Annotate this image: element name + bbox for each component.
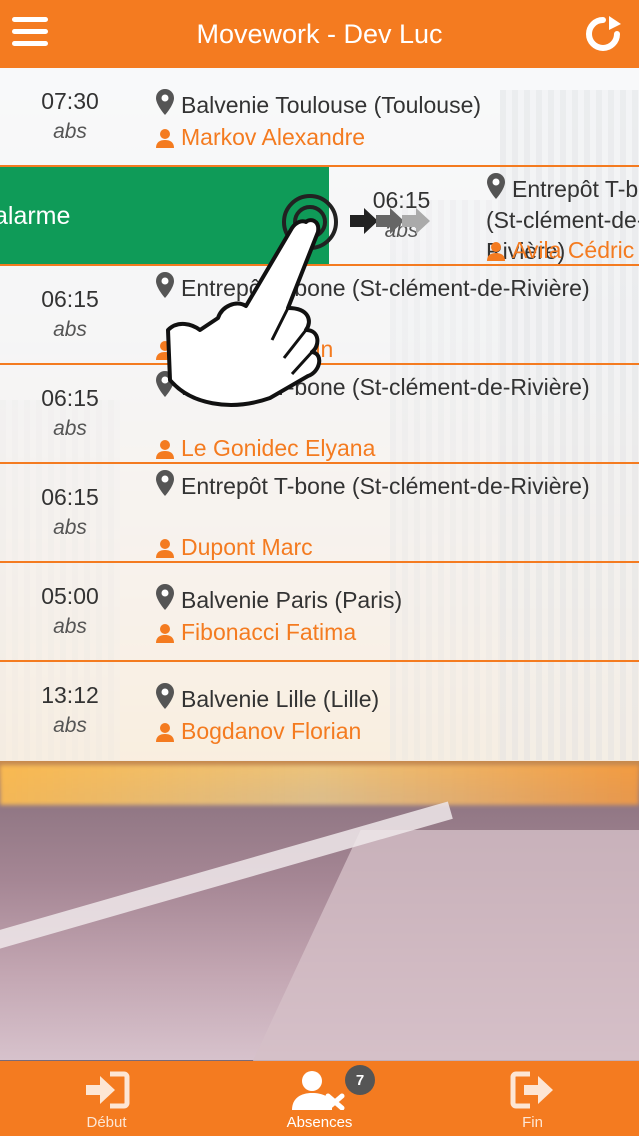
user-icon (487, 241, 505, 261)
page-title: Movework - Dev Luc (196, 18, 443, 49)
row-time: 06:15 (41, 385, 99, 411)
user-icon (156, 128, 174, 148)
list-item[interactable]: 05:00 abs Balvenie Paris (Paris) Fibonac… (0, 563, 639, 662)
row-location: Entrepôt T-bone (St-clément-de-Rivière) (155, 469, 625, 502)
row-status: abs (53, 714, 87, 737)
tab-absences[interactable]: Absences 7 (213, 1061, 426, 1136)
row-status: abs (53, 516, 87, 539)
row-status: abs (53, 615, 87, 638)
list-item[interactable]: 06:15 abs Entrepôt T-bone (St-clément-de… (0, 464, 639, 563)
row-location: Balvenie Toulouse (Toulouse) (155, 88, 625, 121)
sign-out-icon (510, 1071, 553, 1109)
row-time: 07:30 (41, 88, 99, 114)
user-icon (156, 439, 174, 459)
row-person: Avila Cédric (486, 237, 634, 264)
absence-list: 07:30 abs Balvenie Toulouse (Toulouse) M… (0, 68, 639, 761)
user-icon (156, 538, 174, 558)
tab-fin[interactable]: Fin (426, 1061, 639, 1136)
bottom-tab-bar: Début Absences 7 Fin (0, 1061, 639, 1136)
row-status: abs (53, 417, 87, 440)
row-status: abs (53, 318, 87, 341)
hamburger-menu-icon[interactable] (12, 17, 48, 47)
row-person: Fibonacci Fatima (155, 619, 356, 646)
map-pin-icon (487, 173, 505, 199)
row-time: 13:12 (41, 682, 99, 708)
app-header: Movework - Dev Luc (0, 0, 639, 68)
map-pin-icon (156, 89, 174, 115)
user-icon (156, 623, 174, 643)
row-location: Balvenie Lille (Lille) (155, 682, 625, 715)
map-pin-icon (156, 584, 174, 610)
user-absent-icon (291, 1071, 344, 1110)
swipe-arrows-icon (350, 206, 430, 236)
row-time: 06:15 (41, 286, 99, 312)
tab-debut[interactable]: Début (0, 1061, 213, 1136)
row-time: 06:15 (41, 484, 99, 510)
refresh-icon[interactable] (583, 14, 623, 54)
row-time: 05:00 (41, 583, 99, 609)
swipe-hand-icon (166, 194, 338, 407)
tab-label: Absences (286, 1114, 353, 1131)
row-location: Balvenie Paris (Paris) (155, 583, 625, 616)
row-person: Markov Alexandre (155, 124, 365, 151)
map-pin-icon (156, 470, 174, 496)
sign-in-icon (85, 1071, 129, 1109)
row-person: Dupont Marc (155, 534, 313, 561)
list-item[interactable]: 13:12 abs Balvenie Lille (Lille) Bogdano… (0, 662, 639, 761)
tab-label: Début (86, 1114, 127, 1131)
tab-label: Fin (522, 1114, 543, 1131)
user-icon (156, 722, 174, 742)
map-pin-icon (156, 683, 174, 709)
row-status: abs (53, 120, 87, 143)
list-item[interactable]: 07:30 abs Balvenie Toulouse (Toulouse) M… (0, 68, 639, 167)
notification-badge: 7 (345, 1065, 375, 1095)
row-person: Le Gonidec Elyana (155, 435, 375, 462)
row-person: Bogdanov Florian (155, 718, 361, 745)
